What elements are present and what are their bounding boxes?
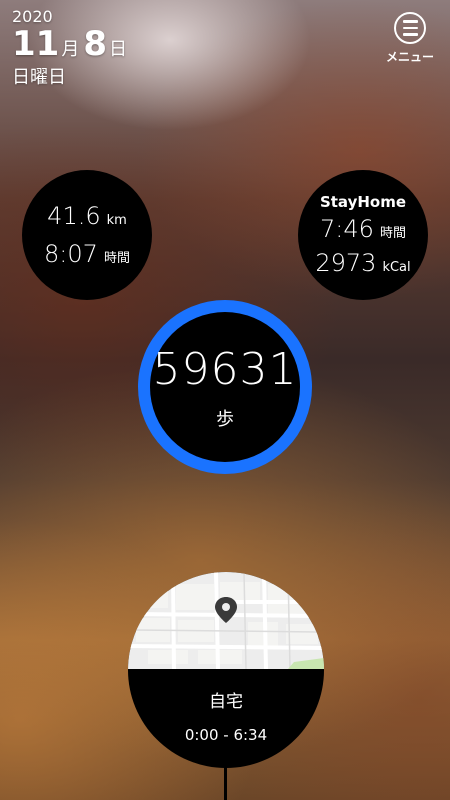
month: 11 [12, 24, 60, 64]
date-header: 2020 11 月 8 日 日曜日 [12, 8, 131, 88]
active-duration-value: 8:07 [44, 240, 98, 268]
steps-display: 59631 歩 [150, 312, 300, 462]
stayhome-title: StayHome [319, 193, 407, 211]
stayhome-summary[interactable]: StayHome 7:46 時間 2973 kCal [298, 170, 428, 300]
location-name: 自宅 [209, 692, 243, 712]
timeline-connector [224, 766, 227, 800]
hamburger-menu-icon [394, 12, 426, 44]
active-duration-row: 8:07 時間 [44, 240, 130, 268]
map-thumbnail [128, 572, 324, 669]
steps-value: 59631 [152, 343, 298, 395]
calories-row: 2973 kCal [315, 249, 410, 277]
location-time-range: 0:00 - 6:34 [184, 726, 268, 744]
day-suffix: 日 [109, 39, 127, 60]
screen: 2020 11 月 8 日 日曜日 メニュー 41.6 km 8:07 時間 S… [0, 0, 450, 800]
calories-unit: kCal [382, 260, 411, 275]
stay-duration-row: 7:46 時間 [320, 215, 406, 243]
calories-value: 2973 [315, 249, 377, 277]
active-duration-unit: 時間 [103, 251, 130, 266]
distance-summary[interactable]: 41.6 km 8:07 時間 [22, 170, 152, 300]
steps-ring[interactable]: 59631 歩 [138, 300, 312, 474]
month-day: 11 月 8 日 [12, 26, 131, 68]
menu-label: メニュー [385, 50, 434, 64]
menu-button[interactable]: メニュー [380, 12, 440, 65]
location-info: 自宅 0:00 - 6:34 [128, 669, 324, 768]
stay-duration-unit: 時間 [379, 226, 406, 241]
weekday: 日曜日 [12, 67, 66, 88]
distance-value: 41.6 [47, 202, 101, 230]
day: 8 [83, 24, 107, 64]
distance-row: 41.6 km [47, 202, 127, 230]
location-card[interactable]: 自宅 0:00 - 6:34 [128, 572, 324, 768]
steps-unit: 歩 [216, 408, 234, 430]
stay-duration-value: 7:46 [320, 215, 374, 243]
distance-unit: km [106, 213, 127, 228]
month-suffix: 月 [61, 39, 80, 60]
